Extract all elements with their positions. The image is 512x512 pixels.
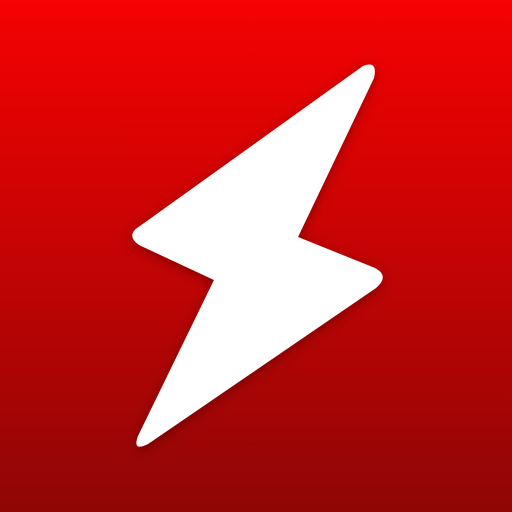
app-icon	[0, 0, 512, 512]
lightning-bolt-icon	[132, 64, 383, 447]
bolt-shape	[132, 64, 383, 447]
